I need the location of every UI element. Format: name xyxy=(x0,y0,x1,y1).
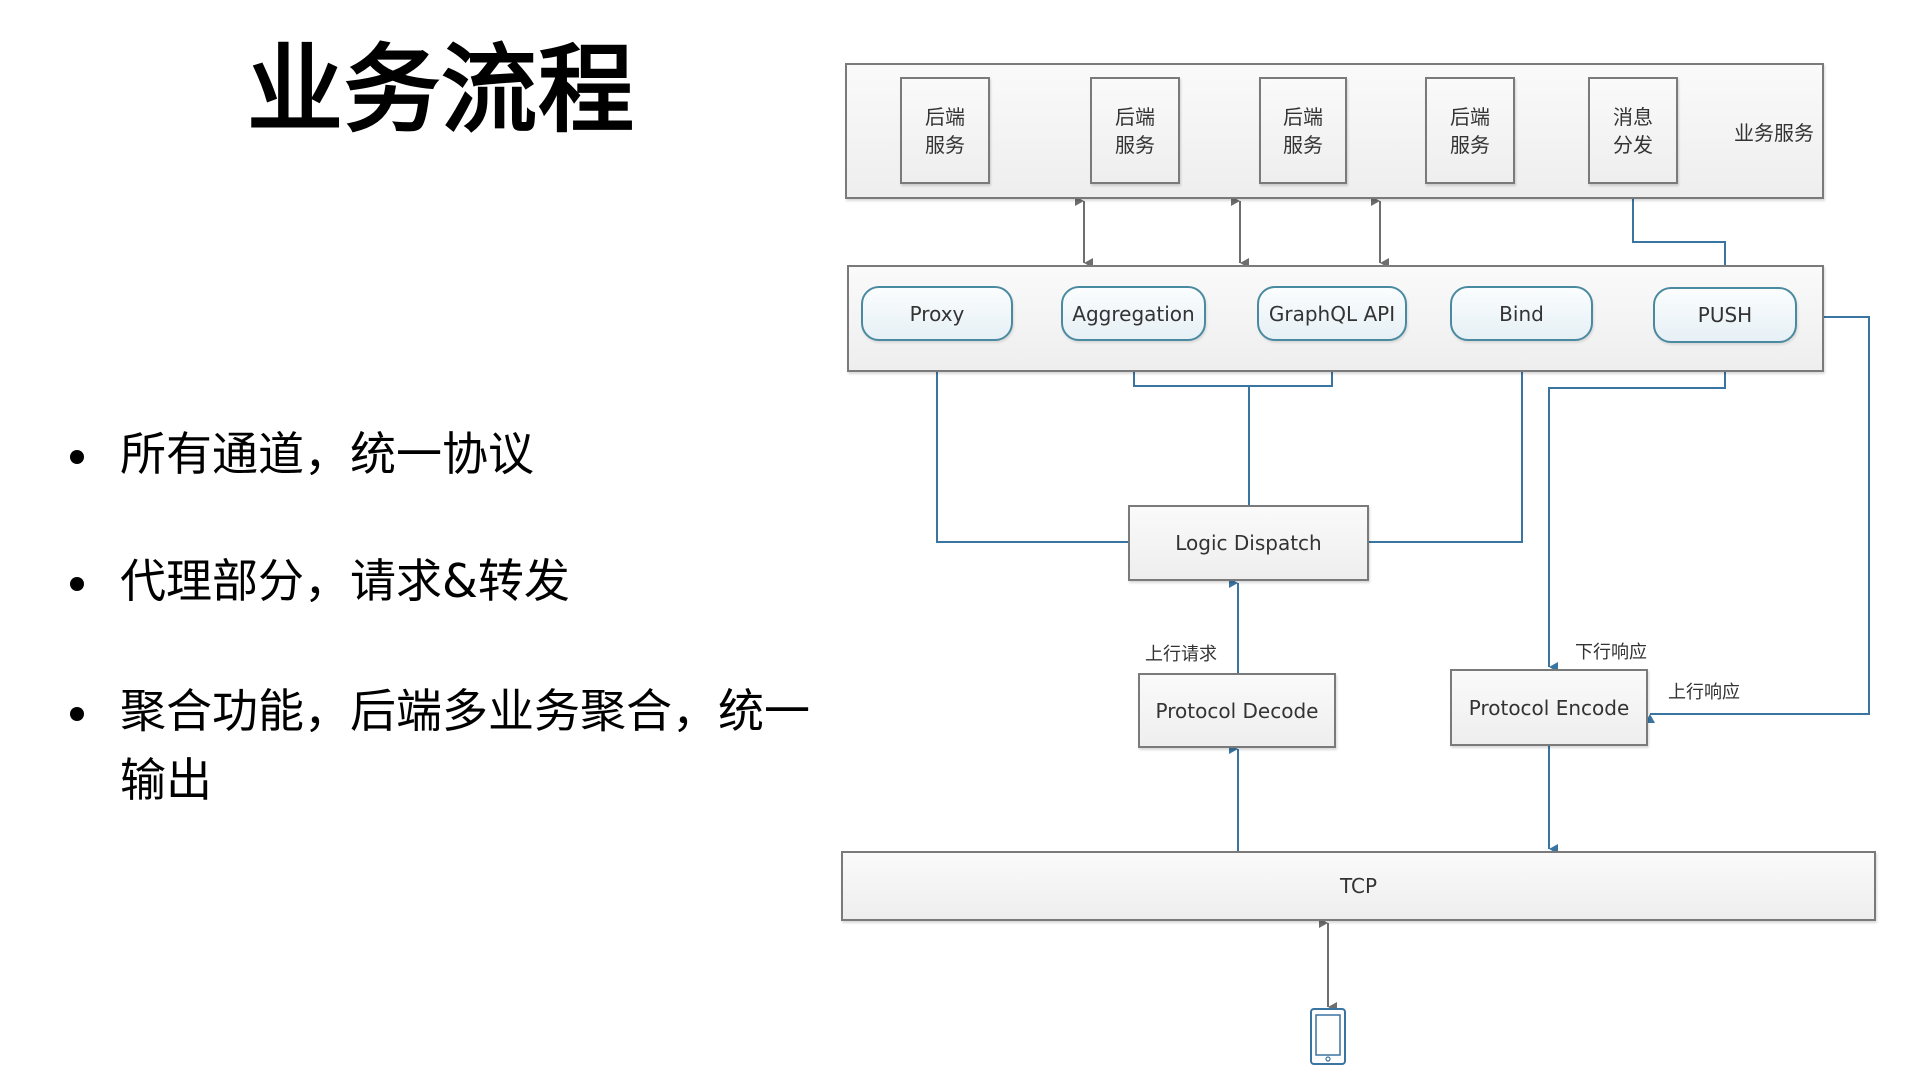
connector-push-to-encode xyxy=(1548,343,1726,672)
aggregation-module: Aggregation xyxy=(1061,286,1206,341)
backend-service-box: 后端 服务 xyxy=(1259,77,1347,184)
business-service-label: 业务服务 xyxy=(1734,120,1814,145)
tcp-layer: TCP xyxy=(841,851,1876,921)
message-dispatch-box: 消息 分发 xyxy=(1588,77,1678,184)
service-label-line: 服务 xyxy=(1283,132,1323,157)
bind-module: Bind xyxy=(1450,286,1593,341)
service-label-line: 服务 xyxy=(1450,132,1490,157)
connector-gateway-to-encode xyxy=(1645,316,1870,723)
push-module: PUSH xyxy=(1653,287,1797,343)
proxy-module: Proxy xyxy=(861,286,1013,341)
protocol-decode-box: Protocol Decode xyxy=(1138,673,1336,748)
service-label-line: 后端 xyxy=(1283,104,1323,129)
service-label-line: 分发 xyxy=(1613,132,1653,157)
logic-dispatch-box: Logic Dispatch xyxy=(1128,505,1369,581)
downstream-response-label: 下行响应 xyxy=(1575,642,1647,663)
service-label-line: 后端 xyxy=(925,104,965,129)
upstream-request-label: 上行请求 xyxy=(1145,644,1217,665)
protocol-encode-box: Protocol Encode xyxy=(1450,669,1648,746)
upstream-response-label: 上行响应 xyxy=(1668,682,1740,703)
service-label-line: 服务 xyxy=(925,132,965,157)
service-label-line: 服务 xyxy=(1115,132,1155,157)
service-label-line: 后端 xyxy=(1450,104,1490,129)
graphql-api-module: GraphQL API xyxy=(1257,286,1407,341)
mobile-phone-icon xyxy=(1310,1008,1346,1065)
connector-dispatch-to-proxy xyxy=(928,338,1128,543)
service-label-line: 后端 xyxy=(1115,104,1155,129)
backend-service-box: 后端 服务 xyxy=(1090,77,1180,184)
backend-service-box: 后端 服务 xyxy=(900,77,990,184)
backend-service-box: 后端 服务 xyxy=(1425,77,1515,184)
architecture-diagram: 业务服务 后端服务 后端服务 后端服务 后端服务 消息分发 Proxy Aggr… xyxy=(0,0,1920,1080)
service-label-line: 消息 xyxy=(1613,104,1653,129)
connector-dispatch-to-bind xyxy=(1369,338,1523,543)
